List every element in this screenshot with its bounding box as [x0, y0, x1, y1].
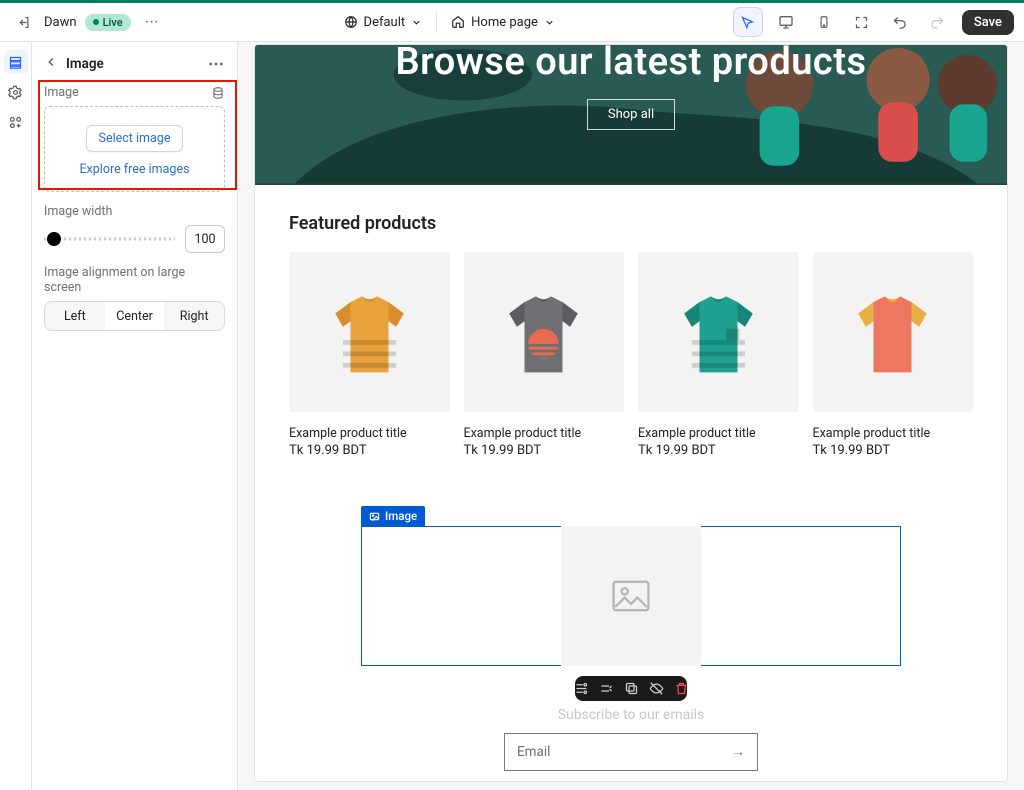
- image-width-slider[interactable]: [44, 231, 175, 247]
- chevron-down-icon: [544, 17, 555, 28]
- email-input[interactable]: Email →: [504, 733, 758, 771]
- theme-name: Dawn: [44, 15, 77, 30]
- block-settings-icon[interactable]: [574, 681, 589, 696]
- image-block-tag[interactable]: Image: [361, 506, 425, 526]
- viewport-fullscreen[interactable]: [848, 8, 876, 36]
- featured-section[interactable]: Featured products Example product title …: [255, 185, 1007, 472]
- save-button[interactable]: Save: [962, 10, 1014, 35]
- dynamic-source-icon[interactable]: [211, 86, 225, 100]
- product-thumb: [289, 252, 450, 412]
- image-width-label: Image width: [44, 204, 225, 219]
- product-title: Example product title: [638, 426, 799, 441]
- align-left[interactable]: Left: [45, 302, 105, 330]
- email-placeholder: Email: [517, 744, 550, 760]
- panel-more[interactable]: ⋯: [208, 54, 225, 73]
- settings-panel: Image ⋯ Image Select image Explore free …: [32, 42, 238, 790]
- subscribe-heading: Subscribe to our emails: [255, 707, 1007, 723]
- hero-title: Browse our latest products: [395, 45, 866, 81]
- block-duplicate-icon[interactable]: [624, 681, 639, 696]
- hero-cta[interactable]: Shop all: [587, 99, 675, 130]
- product-price: Tk 19.99 BDT: [464, 443, 625, 458]
- panel-title: Image: [66, 56, 200, 72]
- image-section-label: Image: [44, 85, 79, 100]
- viewport-desktop[interactable]: [772, 8, 800, 36]
- topbar-more-button[interactable]: ⋯: [139, 9, 165, 35]
- panel-back[interactable]: [44, 54, 58, 73]
- featured-heading: Featured products: [289, 213, 973, 234]
- live-badge: Live: [85, 14, 131, 31]
- viewport-mobile[interactable]: [810, 8, 838, 36]
- subscribe-section[interactable]: Subscribe to our emails Email →: [255, 707, 1007, 771]
- product-card[interactable]: Example product title Tk 19.99 BDT: [813, 252, 974, 458]
- align-center[interactable]: Center: [105, 302, 165, 330]
- rail-apps[interactable]: [4, 110, 28, 134]
- align-right[interactable]: Right: [164, 302, 224, 330]
- product-title: Example product title: [813, 426, 974, 441]
- rail-theme-settings[interactable]: [4, 80, 28, 104]
- product-thumb: [464, 252, 625, 412]
- inspector-toggle[interactable]: [734, 8, 762, 36]
- hero-section[interactable]: Browse our latest products Shop all: [255, 45, 1007, 185]
- block-toolbar: [575, 676, 687, 701]
- product-price: Tk 19.99 BDT: [638, 443, 799, 458]
- style-switcher[interactable]: Default: [344, 15, 423, 30]
- product-title: Example product title: [289, 426, 450, 441]
- product-card[interactable]: Example product title Tk 19.99 BDT: [289, 252, 450, 458]
- block-move-icon[interactable]: [599, 681, 614, 696]
- undo-button[interactable]: [886, 8, 914, 36]
- left-rail: [0, 42, 32, 790]
- product-title: Example product title: [464, 426, 625, 441]
- rail-sections[interactable]: [4, 50, 28, 74]
- image-align-label: Image alignment on large screen: [44, 265, 225, 295]
- product-thumb: [638, 252, 799, 412]
- redo-button: [924, 8, 952, 36]
- product-card[interactable]: Example product title Tk 19.99 BDT: [464, 252, 625, 458]
- arrow-right-icon[interactable]: →: [732, 744, 746, 760]
- image-block[interactable]: Image: [361, 506, 901, 701]
- exit-button[interactable]: [10, 9, 36, 35]
- image-width-value[interactable]: 100: [185, 225, 225, 253]
- block-delete-icon[interactable]: [674, 681, 689, 696]
- preview-canvas: Browse our latest products Shop all Feat…: [238, 42, 1024, 790]
- page-switcher[interactable]: Home page: [451, 15, 555, 30]
- explore-images-link[interactable]: Explore free images: [79, 162, 189, 177]
- chevron-down-icon: [411, 17, 422, 28]
- image-placeholder: [561, 526, 701, 666]
- topbar: Dawn Live ⋯ Default Home page Save: [0, 3, 1024, 42]
- product-price: Tk 19.99 BDT: [289, 443, 450, 458]
- block-hide-icon[interactable]: [649, 681, 664, 696]
- product-price: Tk 19.99 BDT: [813, 443, 974, 458]
- select-image-button[interactable]: Select image: [86, 125, 184, 152]
- product-card[interactable]: Example product title Tk 19.99 BDT: [638, 252, 799, 458]
- image-dropzone[interactable]: Select image Explore free images: [44, 106, 225, 192]
- alignment-segment: Left Center Right: [44, 301, 225, 331]
- product-thumb: [813, 252, 974, 412]
